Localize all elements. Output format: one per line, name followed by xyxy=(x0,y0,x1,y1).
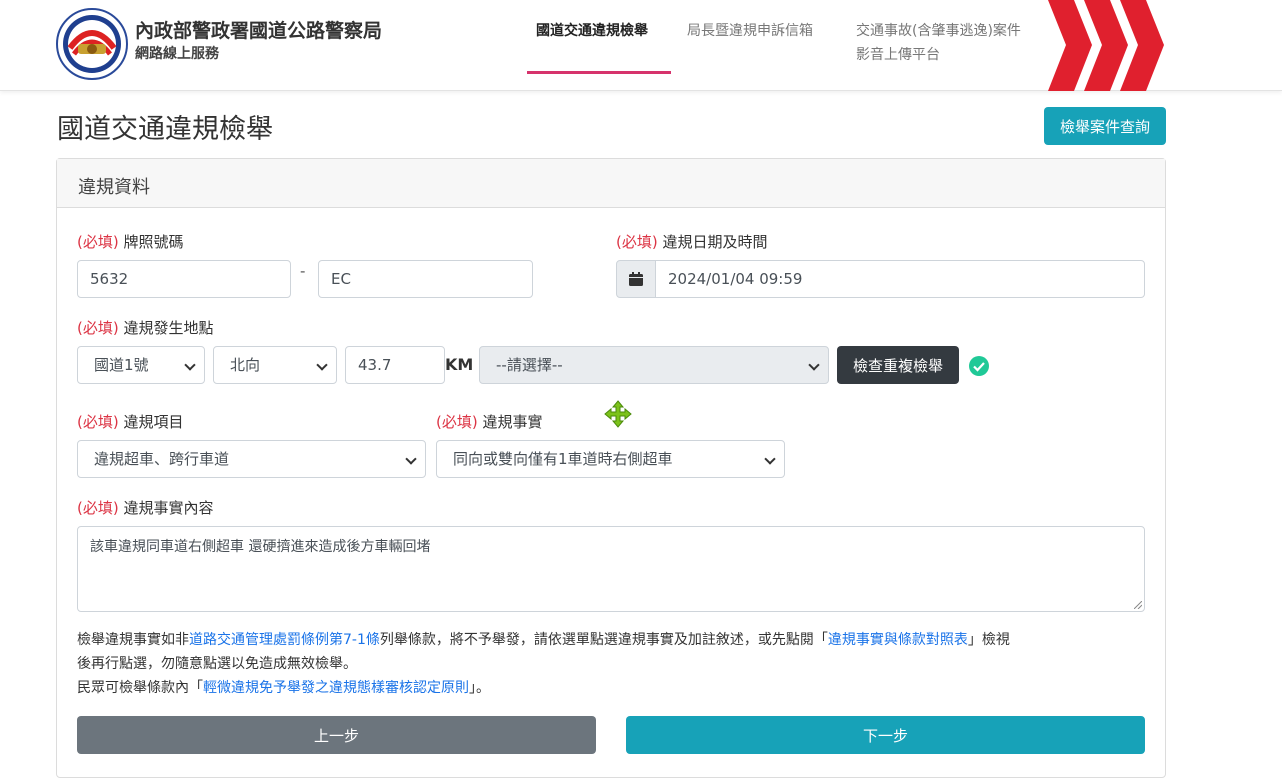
violation-content-textarea[interactable]: 該車違規同車道右側超車 還硬擠進來造成後方車輛回堵 xyxy=(77,526,1145,612)
plate-part2-input[interactable]: EC xyxy=(318,260,533,298)
violation-fact-select[interactable]: 同向或雙向僅有1車道時右側超車 xyxy=(436,440,785,478)
note-text: 民眾可檢舉條款內「 xyxy=(77,680,203,696)
content-label: (必填) 違規事實內容 xyxy=(77,497,214,518)
calendar-button[interactable] xyxy=(616,260,656,298)
item-label: (必填) 違規項目 xyxy=(77,411,184,432)
next-step-button[interactable]: 下一步 xyxy=(626,716,1145,754)
plate-separator: - xyxy=(300,262,306,280)
chevron-down-icon xyxy=(316,359,328,371)
check-circle-icon xyxy=(969,356,989,376)
police-emblem-logo[interactable] xyxy=(56,8,128,80)
nav-tab-accident-line1: 交通事故(含肇事逃逸)案件 xyxy=(856,23,1021,39)
chevron-down-icon xyxy=(405,453,417,465)
content-label-text: 違規事實內容 xyxy=(123,499,214,517)
org-subtitle: 網路線上服務 xyxy=(135,46,219,62)
note-line-2: 後再行點選，勿隨意點選以免造成無效檢舉。 xyxy=(77,656,357,672)
required-tag: (必填) xyxy=(77,499,119,517)
item-label-text: 違規項目 xyxy=(123,413,184,431)
plate-label-text: 牌照號碼 xyxy=(123,233,184,251)
chevron-down-icon xyxy=(764,453,776,465)
direction-select-value: 北向 xyxy=(230,356,261,374)
required-tag: (必填) xyxy=(436,413,478,431)
resize-handle-icon[interactable] xyxy=(1134,601,1142,609)
note-text: 」。 xyxy=(469,680,490,696)
note-line-3: 民眾可檢舉條款內「輕微違規免予舉發之違規態樣審核認定原則」。 xyxy=(77,676,490,700)
chevron-down-icon xyxy=(184,359,196,371)
datetime-input[interactable]: 2024/01/04 09:59 xyxy=(655,260,1145,298)
highway-select[interactable]: 國道1號 xyxy=(77,346,205,384)
highway-select-value: 國道1號 xyxy=(94,356,149,374)
violation-item-select[interactable]: 違規超車、跨行車道 xyxy=(77,440,426,478)
violation-clause-table-link[interactable]: 違規事實與條款對照表 xyxy=(828,632,968,648)
card-title: 違規資料 xyxy=(78,177,150,198)
chevron-down-icon xyxy=(808,359,820,371)
case-query-button[interactable]: 檢舉案件查詢 xyxy=(1044,107,1166,145)
direction-select[interactable]: 北向 xyxy=(213,346,337,384)
card-header: 違規資料 xyxy=(57,159,1165,208)
note-text: 」檢視 xyxy=(967,632,1010,648)
plate-label: (必填) 牌照號碼 xyxy=(77,231,184,252)
nav-tab-director-mailbox[interactable]: 局長暨違規申訴信箱 xyxy=(687,19,813,43)
org-name: 內政部警政署國道公路警察局 xyxy=(135,20,383,42)
minor-violation-principle-link[interactable]: 輕微違規免予舉發之違規態樣審核認定原則 xyxy=(203,680,469,696)
calendar-icon xyxy=(629,272,643,286)
chevron-decoration-icon xyxy=(1048,0,1164,91)
note-text: 檢舉違規事實如非 xyxy=(77,632,189,648)
fact-label-text: 違規事實 xyxy=(482,413,543,431)
km-input[interactable]: 43.7 xyxy=(345,346,445,384)
note-line-1: 檢舉違規事實如非道路交通管理處罰條例第7-1條列舉條款，將不予舉發，請依選單點選… xyxy=(77,628,1010,652)
traffic-law-article-link[interactable]: 道路交通管理處罰條例第7-1條 xyxy=(189,632,380,648)
violation-fact-select-value: 同向或雙向僅有1車道時右側超車 xyxy=(453,450,673,468)
nav-tab-violation-report[interactable]: 國道交通違規檢舉 xyxy=(536,19,648,43)
site-header: 內政部警政署國道公路警察局 網路線上服務 國道交通違規檢舉 局長暨違規申訴信箱 … xyxy=(0,0,1282,91)
nav-tab-accident-line2: 影音上傳平台 xyxy=(856,47,940,63)
active-tab-underline xyxy=(527,71,671,74)
location-label-text: 違規發生地點 xyxy=(123,319,214,337)
required-tag: (必填) xyxy=(77,319,119,337)
km-unit-label: KM xyxy=(445,355,474,374)
check-duplicate-button[interactable]: 檢查重複檢舉 xyxy=(837,346,959,384)
required-tag: (必填) xyxy=(77,233,119,251)
violation-item-select-value: 違規超車、跨行車道 xyxy=(94,450,230,468)
required-tag: (必填) xyxy=(616,233,658,251)
previous-step-button[interactable]: 上一步 xyxy=(77,716,596,754)
datetime-label: (必填) 違規日期及時間 xyxy=(616,231,768,252)
required-tag: (必填) xyxy=(77,413,119,431)
plate-part1-input[interactable]: 5632 xyxy=(77,260,291,298)
datetime-label-text: 違規日期及時間 xyxy=(662,233,768,251)
note-text: 列舉條款，將不予舉發，請依選單點選違規事實及加註敘述，或先點閱「 xyxy=(379,632,828,648)
move-cursor-icon xyxy=(604,400,632,428)
interchange-select[interactable]: --請選擇-- xyxy=(479,346,829,384)
interchange-select-value: --請選擇-- xyxy=(496,356,563,374)
fact-label: (必填) 違規事實 xyxy=(436,411,543,432)
location-label: (必填) 違規發生地點 xyxy=(77,317,214,338)
nav-tab-accident-upload[interactable]: 交通事故(含肇事逃逸)案件 影音上傳平台 xyxy=(856,19,1021,67)
page-title: 國道交通違規檢舉 xyxy=(57,114,273,145)
violation-content-text: 該車違規同車道右側超車 還硬擠進來造成後方車輛回堵 xyxy=(90,539,431,555)
